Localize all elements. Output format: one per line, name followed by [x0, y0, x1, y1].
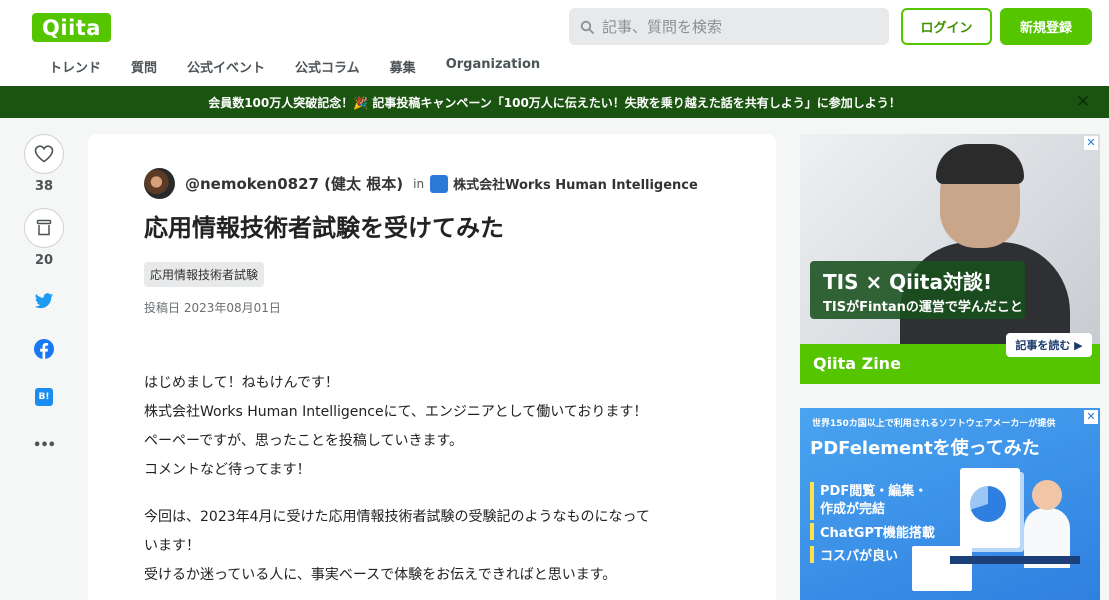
text-line: ペーペーですが、思ったことを投稿していきます。 [144, 433, 464, 449]
article-card: @nemoken0827 (健太 根本) in 株式会社Works Human … [88, 134, 776, 600]
nav-question[interactable]: 質問 [116, 54, 172, 80]
facebook-icon [34, 339, 54, 359]
ad-bullet-bar [810, 482, 814, 520]
qiita-zine-ad[interactable]: TIS × Qiita対談! TISがFintanの運営で学んだこと Qiita… [800, 134, 1100, 384]
search-input[interactable] [602, 17, 872, 36]
ad-caption: 世界150カ国以上で利用されるソフトウェアメーカーが提供 [812, 419, 1056, 429]
more-options-icon[interactable]: ••• [24, 433, 64, 457]
nav-recruit[interactable]: 募集 [375, 54, 431, 80]
author-in-label: in [413, 176, 425, 191]
ad-title: PDFelementを使ってみた [810, 438, 1040, 459]
text-line: 今回は、2023年4月に受けた応用情報技術者試験の受験記のようなものになって [144, 509, 650, 525]
author-name[interactable]: @nemoken0827 (健太 根本) [185, 173, 403, 194]
article-title: 応用情報技術者試験を受けてみた [144, 214, 504, 242]
stock-count: 20 [34, 253, 54, 268]
organization-name[interactable]: 株式会社Works Human Intelligence [453, 174, 698, 193]
ad-feature: ChatGPT機能搭載 [820, 526, 935, 541]
text-line: 受けるか迷っている人に、事実ベースで体験をお伝えできればと思います。 [144, 567, 617, 583]
hatena-share-button[interactable]: B! [24, 385, 64, 409]
person-illustration-head [1032, 480, 1062, 510]
qiita-zine-logo: Qiita Zine [813, 354, 901, 373]
text-line: はじめまして！ねもけんです！ [144, 375, 339, 391]
paragraph: 今回は、2023年4月に受けた応用情報技術者試験の受験記のようなものになって い… [144, 503, 734, 590]
ad-feature: PDF閲覧・編集・ [820, 484, 928, 499]
screen-illustration [912, 546, 972, 591]
pdfelement-ad[interactable]: 世界150カ国以上で利用されるソフトウェアメーカーが提供 PDFelementを… [800, 408, 1100, 600]
nav-official-column[interactable]: 公式コラム [280, 54, 375, 80]
ad-close-icon[interactable]: ✕ [1084, 410, 1098, 424]
signup-button[interactable]: 新規登録 [1000, 8, 1092, 45]
ad-subtitle: TISがFintanの運営で学んだこと [823, 300, 1023, 315]
campaign-banner[interactable]: 会員数100万人突破記念！🎉 記事投稿キャンペーン「100万人に伝えたい！失敗を… [0, 86, 1109, 118]
hatena-bookmark-icon: B! [35, 388, 53, 406]
ad-feature: 作成が完結 [820, 502, 886, 517]
stock-icon [36, 219, 52, 236]
article-author: @nemoken0827 (健太 根本) in 株式会社Works Human … [144, 168, 698, 199]
action-rail: 38 20 B! ••• [24, 134, 64, 457]
twitter-share-button[interactable] [24, 289, 64, 313]
article-tag[interactable]: 応用情報技術者試験 [144, 262, 265, 287]
login-button[interactable]: ログイン [901, 8, 992, 45]
site-header: Qiita ログイン 新規登録 トレンド 質問 公式イベント 公式コラム 募集 … [0, 0, 1109, 86]
read-article-button[interactable]: 記事を読む ▶ [1006, 333, 1092, 357]
article-body: はじめまして！ねもけんです！ 株式会社Works Human Intellige… [144, 369, 734, 600]
banner-text: 会員数100万人突破記念！🎉 記事投稿キャンペーン「100万人に伝えたい！失敗を… [208, 95, 901, 110]
organization-logo[interactable] [430, 174, 449, 193]
stock-button[interactable] [24, 208, 64, 248]
desk-illustration [950, 556, 1080, 564]
search-box[interactable] [569, 8, 889, 45]
ad-title: TIS × Qiita対談! [823, 270, 993, 294]
author-avatar[interactable] [144, 168, 175, 199]
like-button[interactable] [24, 134, 64, 174]
ad-bullet-bar [810, 546, 814, 563]
text-line: います！ [144, 538, 200, 554]
facebook-share-button[interactable] [24, 337, 64, 361]
ad-person-hair [936, 144, 1024, 184]
ad-close-icon[interactable]: ✕ [1084, 136, 1098, 150]
paragraph: はじめまして！ねもけんです！ 株式会社Works Human Intellige… [144, 369, 734, 485]
post-date: 投稿日 2023年08月01日 [144, 301, 281, 315]
search-icon [579, 19, 595, 35]
text-line: 株式会社Works Human Intelligenceにて、エンジニアとして働… [144, 404, 648, 420]
main-nav: トレンド 質問 公式イベント 公式コラム 募集 Organization [34, 54, 555, 80]
twitter-icon [34, 292, 54, 308]
pie-illustration [970, 486, 1006, 522]
qiita-logo[interactable]: Qiita [32, 13, 111, 42]
nav-trend[interactable]: トレンド [34, 54, 116, 80]
ad-bullet-bar [810, 523, 814, 540]
like-count: 38 [34, 179, 54, 194]
nav-official-event[interactable]: 公式イベント [172, 54, 280, 80]
ad-feature: コスパが良い [820, 549, 899, 564]
heart-icon [34, 145, 54, 163]
text-line: コメントなど待ってます！ [144, 462, 311, 478]
nav-organization[interactable]: Organization [431, 54, 555, 80]
close-icon[interactable]: ✕ [1073, 92, 1093, 112]
